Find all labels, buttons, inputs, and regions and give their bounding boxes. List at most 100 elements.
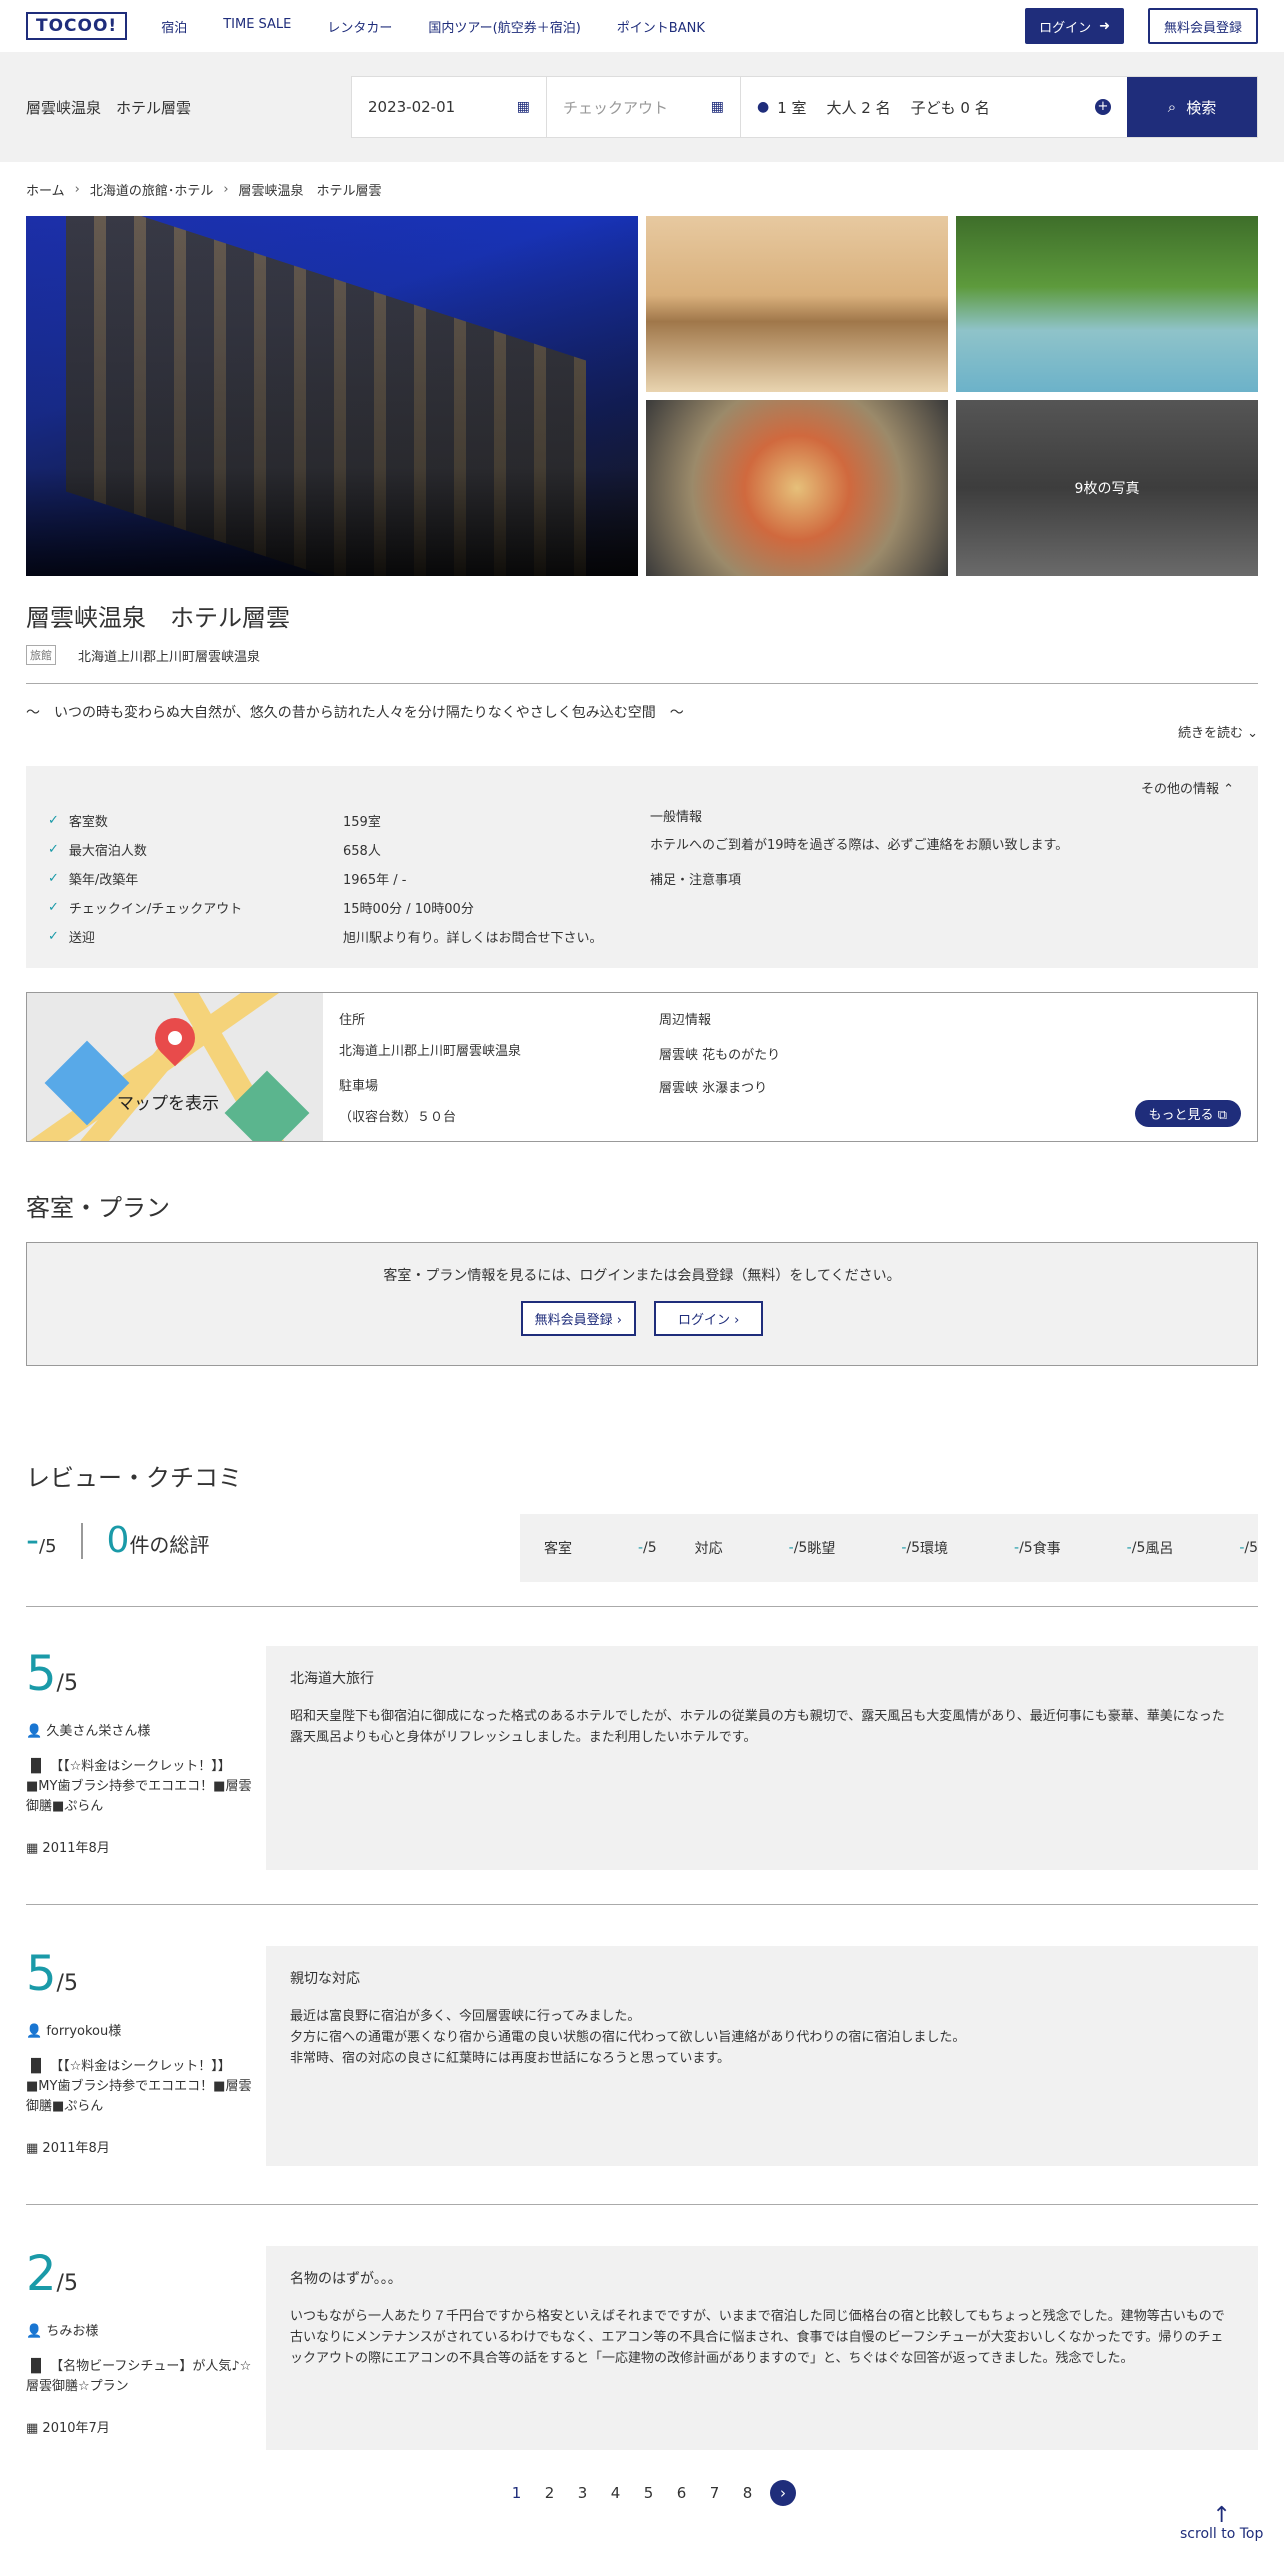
nav-pointbank[interactable]: ポイントBANK [617,17,705,36]
chevron-up-icon: ⌃ [1223,782,1234,797]
nav-timesale[interactable]: TIME SALE [223,17,291,36]
spec-key: 送迎 [68,931,95,946]
review-user: 👤 forryokou様 [26,2024,122,2039]
spec-value: 1965年 / - [343,873,407,888]
search-icon: ⌕ [1167,98,1177,116]
checkout-field[interactable]: チェックアウト ▦ [547,77,741,137]
checkin-field[interactable]: 2023-02-01 ▦ [352,77,547,137]
category-max: /5 [1019,1540,1033,1556]
review-plan: ▐▌ 【【☆料金はシークレット！】】■MY歯ブラシ持参でエコエコ！■層雲御膳■ぷ… [26,1759,252,1814]
review-body: 北海道大旅行 昭和天皇陛下も御宿泊に御成になった格式のあるホテルでしたが、ホテル… [266,1646,1258,1870]
nearby-section: 周辺情報 層雲峡 花ものがたり 層雲峡 氷瀑まつり [659,1009,780,1110]
page-link[interactable]: 3 [566,2484,599,2502]
check-icon: ✓ [48,842,59,857]
nav-rentacar[interactable]: レンタカー [327,17,392,36]
spec-key: 築年/改築年 [68,873,139,888]
person-icon: ● [757,99,770,115]
review-title: 名物のはずが。。。 [290,2271,402,2287]
spec-row: ✓ 送迎 旭川駅より有り。詳しくはお問合せ下さい。 [48,922,602,951]
chevron-right-icon: › [74,182,80,197]
category-name: 客室 [544,1541,572,1557]
divider [26,683,1258,684]
check-icon: ✓ [48,929,59,944]
calendar-icon: ▦ [710,99,724,115]
general-info-title: 一般情報 [650,810,703,825]
map-thumbnail[interactable]: マップを表示 [27,993,323,1141]
children-value: 子ども 0 名 [910,98,990,117]
location-box: マップを表示 住所 北海道上川郡上川町層雲峡温泉 駐車場 （収容台数）５０台 周… [26,992,1258,1142]
search-form: 2023-02-01 ▦ チェックアウト ▦ ● 1 室 大人 2 名 子ども … [351,76,1258,138]
nearby-item[interactable]: 層雲峡 花ものがたり [659,1044,780,1063]
page-link[interactable]: 7 [698,2484,731,2502]
category-name: 環境 [920,1541,949,1557]
check-icon: ✓ [48,813,59,828]
category-max: /5 [1244,1540,1259,1556]
type-badge: 旅館 [26,645,56,665]
login-button[interactable]: ログイン ➜ [1025,8,1124,44]
photo-lobby[interactable] [646,216,948,392]
nav-tour[interactable]: 国内ツアー(航空券＋宿泊) [428,17,580,36]
guests-field[interactable]: ● 1 室 大人 2 名 子ども 0 名 + [741,77,1127,137]
search-hotel-name: 層雲峡温泉 ホテル層雲 [26,98,192,117]
scroll-to-top-label: scroll to Top [1180,2526,1264,2542]
review-score: 5/5 [26,1646,78,1702]
avg-score: - [26,1520,39,1561]
page-link[interactable]: 6 [665,2484,698,2502]
see-more-label: もっと見る [1148,1108,1214,1123]
search-label: 検索 [1186,98,1217,117]
rooms-value: 1 室 [777,98,807,117]
page-link[interactable]: 1 [500,2484,533,2502]
nav-stay[interactable]: 宿泊 [161,17,187,36]
chevron-right-icon: › [223,182,229,197]
nearby-title: 周辺情報 [659,1013,712,1028]
spec-key: 最大宿泊人数 [68,844,147,859]
next-page-button[interactable]: › [770,2480,796,2506]
nearby-item[interactable]: 層雲峡 氷瀑まつり [659,1077,780,1096]
photo-food[interactable] [646,400,948,576]
signup-button[interactable]: 無料会員登録 [1147,8,1258,44]
review-summary: - /5 0 件の総評 [26,1520,209,1561]
review-date: ▦ 2010年7月 [26,2421,110,2436]
plans-login-button[interactable]: ログイン › [654,1301,764,1336]
parking-title: 駐車場 [339,1079,379,1094]
breadcrumb-home[interactable]: ホーム [26,180,65,199]
scroll-to-top-button[interactable]: ↑ scroll to Top [1180,2503,1264,2543]
plans-signup-label: 無料会員登録 [534,1313,613,1328]
read-more-link[interactable]: 続きを読む ⌄ [1178,722,1258,741]
other-info-label: その他の情報 [1140,782,1219,797]
category-max: /5 [1131,1540,1146,1556]
photo-open-bath[interactable] [956,216,1258,392]
plus-icon[interactable]: + [1095,99,1111,115]
photo-main-exterior[interactable] [26,216,638,576]
see-more-button[interactable]: もっと見る ⧉ [1134,1100,1241,1127]
page-link[interactable]: 4 [599,2484,632,2502]
category-name: 風呂 [1145,1541,1174,1557]
photo-more[interactable]: 9枚の写真 [956,400,1258,576]
photo-gallery: 9枚の写真 [26,216,1258,576]
page-link[interactable]: 2 [533,2484,566,2502]
breadcrumb-current: 層雲峡温泉 ホテル層雲 [238,184,382,199]
review-text: 昭和天皇陛下も御宿泊に御成になった格式のあるホテルでしたが、ホテルの従業員の方も… [290,1709,1225,1745]
review-count-suffix: 件の総評 [129,1533,210,1557]
category-score: 客室 -/5 [544,1538,657,1558]
category-score: 環境 -/5 [920,1538,1033,1558]
plans-signup-button[interactable]: 無料会員登録 › [520,1301,636,1336]
review-user: 👤 ちみお様 [26,2324,99,2339]
category-name: 対応 [694,1541,723,1557]
arrow-up-icon: ↑ [1212,2503,1231,2528]
top-nav: TOCOO! 宿泊 TIME SALE レンタカー 国内ツアー(航空券＋宿泊) … [0,0,1284,52]
general-info: 一般情報 ホテルへのご到着が19時を過ぎる際は、必ずご連絡をお願い致します。 補… [650,806,1068,897]
spec-key: 客室数 [68,815,108,830]
page-link[interactable]: 5 [632,2484,665,2502]
review-text: 最近は富良野に宿泊が多く、今回層雲峡に行ってみました。 夕方に宿への通電が悪くな… [290,2009,966,2066]
other-info-toggle[interactable]: その他の情報 ⌃ [1141,778,1234,797]
breadcrumb: ホーム › 北海道の旅館･ホテル › 層雲峡温泉 ホテル層雲 [0,180,1284,199]
logo[interactable]: TOCOO! [26,12,128,40]
spec-value: 658人 [343,844,381,859]
breadcrumb-region[interactable]: 北海道の旅館･ホテル [90,180,214,199]
search-button[interactable]: ⌕ 検索 [1127,77,1257,137]
page-link[interactable]: 8 [731,2484,764,2502]
hotel-title: 層雲峡温泉 ホテル層雲 [26,604,290,632]
spec-key: チェックイン/チェックアウト [68,902,243,917]
calendar-icon: ▦ [516,99,530,115]
